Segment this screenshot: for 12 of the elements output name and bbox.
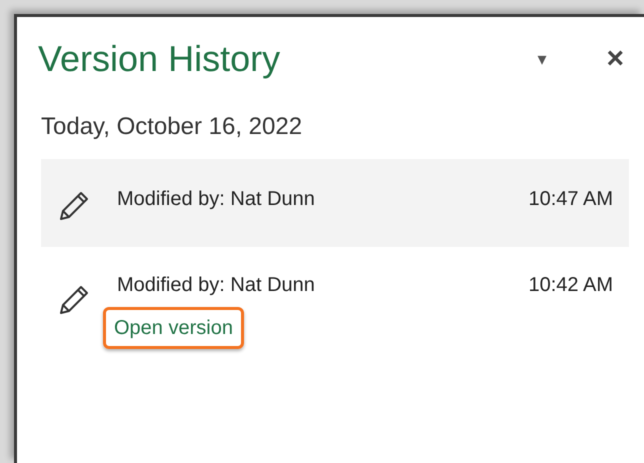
pencil-icon <box>57 283 89 317</box>
pencil-icon <box>57 189 89 223</box>
close-button[interactable]: × <box>606 44 624 74</box>
version-time: 10:42 AM <box>528 275 613 295</box>
date-heading: Today, October 16, 2022 <box>41 115 302 139</box>
dropdown-button[interactable]: ▾ <box>537 46 546 72</box>
modified-by-text: Modified by: Nat Dunn <box>117 275 315 295</box>
open-version-link[interactable]: Open version <box>103 307 244 349</box>
version-time: 10:47 AM <box>528 189 613 209</box>
version-row[interactable]: Modified by: Nat Dunn 10:47 AM <box>41 159 629 247</box>
panel-title: Version History <box>38 41 280 77</box>
modified-by-text: Modified by: Nat Dunn <box>117 189 315 209</box>
